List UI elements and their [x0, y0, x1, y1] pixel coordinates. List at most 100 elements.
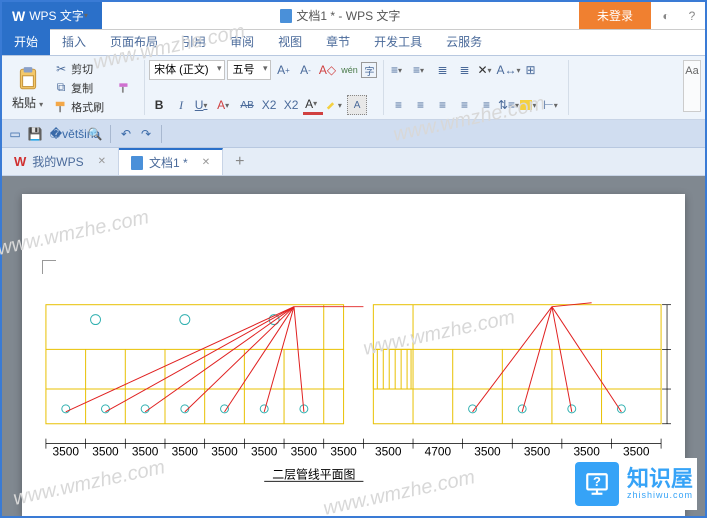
paste-label: 粘贴 [12, 96, 36, 110]
outdent-button[interactable]: ≣ [432, 60, 452, 80]
bullets-button[interactable]: ≡▾ [388, 60, 408, 80]
align-distribute-button[interactable]: ≡ [476, 95, 496, 115]
svg-text:4700: 4700 [425, 445, 452, 459]
quick-access-toolbar: ▭ 💾 ⎙ �většina 🔍 ↶ ↷ [2, 120, 705, 148]
login-button[interactable]: 未登录 [579, 2, 651, 29]
italic-button[interactable]: I [171, 95, 191, 115]
pinyin-button[interactable]: wén [339, 60, 359, 80]
increase-font-button[interactable]: A+ [273, 60, 293, 80]
chevron-down-icon: ▾ [84, 11, 92, 20]
tab-insert[interactable]: 插入 [50, 28, 98, 55]
tab-page-layout[interactable]: 页面布局 [98, 28, 170, 55]
document-tabs: W 我的WPS ✕ 文档1 * ✕ + [2, 148, 705, 176]
emphasis-button[interactable]: AB [237, 95, 257, 115]
redo-icon[interactable]: ↷ [137, 125, 155, 143]
zhishiwu-url: zhishiwu.com [627, 490, 693, 500]
char-border-button[interactable]: 字 [361, 62, 377, 78]
subscript-button[interactable]: X2 [281, 95, 301, 115]
print-preview-icon[interactable]: �většina [66, 125, 84, 143]
drawing-title: 二层管线平面图 [272, 467, 355, 481]
text-direction-button[interactable]: ✕▾ [476, 60, 496, 80]
align-left-alt-button[interactable]: A↔▾ [498, 60, 518, 80]
align-justify-button[interactable]: ≡ [454, 95, 474, 115]
separator [161, 125, 162, 143]
zhishiwu-title: 知识屋 [627, 468, 693, 490]
clipboard-icon [14, 65, 42, 93]
save-icon[interactable]: 💾 [26, 125, 44, 143]
align-left-button[interactable]: ≡ [388, 95, 408, 115]
clear-format-button[interactable]: A◇ [317, 60, 337, 80]
char-shading-button[interactable]: A [347, 95, 367, 115]
highlight-button[interactable]: ▾ [325, 95, 345, 115]
help-icon[interactable]: ? [683, 7, 701, 25]
zhishiwu-icon: ? [575, 462, 619, 506]
superscript-button[interactable]: X2 [259, 95, 279, 115]
svg-text:3500: 3500 [251, 445, 278, 459]
close-icon[interactable]: ✕ [98, 156, 106, 167]
font-name-select[interactable]: 宋体 (正文) [149, 60, 225, 80]
styles-pane-toggle[interactable]: Aa [683, 60, 701, 112]
format-painter-big[interactable] [110, 60, 138, 115]
tab-review[interactable]: 审阅 [218, 28, 266, 55]
decrease-font-button[interactable]: A- [295, 60, 315, 80]
bold-button[interactable]: B [149, 95, 169, 115]
window-title: 文档1 * - WPS 文字 [102, 7, 579, 24]
tab-section[interactable]: 章节 [314, 28, 362, 55]
line-spacing-button[interactable]: ⇅≡▾ [498, 95, 518, 115]
strikethrough-button[interactable]: A▾ [215, 95, 235, 115]
svg-text:?: ? [593, 474, 601, 489]
copy-button[interactable]: ⧉复制 [53, 79, 104, 96]
ribbon-tabs: 开始 插入 页面布局 引用 审阅 视图 章节 开发工具 云服务 [2, 30, 705, 56]
separator [110, 125, 111, 143]
tab-document-1[interactable]: 文档1 * ✕ [119, 148, 223, 175]
tab-references[interactable]: 引用 [170, 28, 218, 55]
paint-icon [112, 76, 136, 100]
scissors-icon: ✂ [53, 61, 69, 77]
align-right-button[interactable]: ≡ [432, 95, 452, 115]
cut-button[interactable]: ✂剪切 [53, 60, 104, 77]
svg-text:3500: 3500 [291, 445, 318, 459]
document-icon [280, 9, 292, 23]
tab-document-1-label: 文档1 * [149, 154, 188, 171]
document-icon [131, 156, 143, 170]
tab-cloud[interactable]: 云服务 [434, 28, 494, 55]
borders-button[interactable]: ⊞ [520, 60, 540, 80]
tab-my-wps-label: 我的WPS [32, 153, 83, 170]
font-size-select[interactable]: 五号 [227, 60, 271, 80]
svg-text:3500: 3500 [474, 445, 501, 459]
ribbon: 粘贴 ▾ ✂剪切 ⧉复制 格式刷 宋体 (正文) 五号 A+ A- A◇ wén… [2, 56, 705, 120]
brush-icon [53, 99, 69, 115]
format-painter-button[interactable]: 格式刷 [53, 98, 104, 115]
svg-text:3500: 3500 [375, 445, 402, 459]
wps-icon: W [14, 154, 26, 169]
tab-stops-button[interactable]: ⊢▾ [542, 95, 562, 115]
tab-view[interactable]: 视图 [266, 28, 314, 55]
tab-my-wps[interactable]: W 我的WPS ✕ [2, 148, 119, 175]
svg-text:3500: 3500 [330, 445, 357, 459]
font-color-button[interactable]: A▾ [303, 95, 323, 115]
title-bar: W WPS 文字 ▾ 文档1 * - WPS 文字 未登录 ◐ ? [2, 2, 705, 30]
svg-text:3500: 3500 [53, 445, 80, 459]
svg-text:3500: 3500 [623, 445, 650, 459]
paste-button[interactable]: 粘贴 ▾ [8, 60, 47, 115]
app-menu-button[interactable]: W WPS 文字 ▾ [2, 2, 102, 29]
preview-icon[interactable]: 🔍 [86, 125, 104, 143]
tab-developer[interactable]: 开发工具 [362, 28, 434, 55]
undo-icon[interactable]: ↶ [117, 125, 135, 143]
align-center-button[interactable]: ≡ [410, 95, 430, 115]
tab-start[interactable]: 开始 [2, 28, 50, 55]
margin-marker [42, 260, 56, 274]
zhishiwu-badge[interactable]: ? 知识屋 zhishiwu.com [571, 458, 697, 510]
svg-text:3500: 3500 [132, 445, 159, 459]
new-tab-button[interactable]: + [223, 153, 256, 171]
svg-text:3500: 3500 [172, 445, 199, 459]
shading-button[interactable]: ▾ [520, 95, 540, 115]
close-icon[interactable]: ✕ [202, 157, 210, 168]
new-icon[interactable]: ▭ [6, 125, 24, 143]
numbering-button[interactable]: ≡▾ [410, 60, 430, 80]
underline-button[interactable]: U▾ [193, 95, 213, 115]
indent-button[interactable]: ≣ [454, 60, 474, 80]
copy-icon: ⧉ [53, 80, 69, 96]
svg-text:3500: 3500 [92, 445, 119, 459]
skin-icon[interactable]: ◐ [657, 7, 675, 25]
